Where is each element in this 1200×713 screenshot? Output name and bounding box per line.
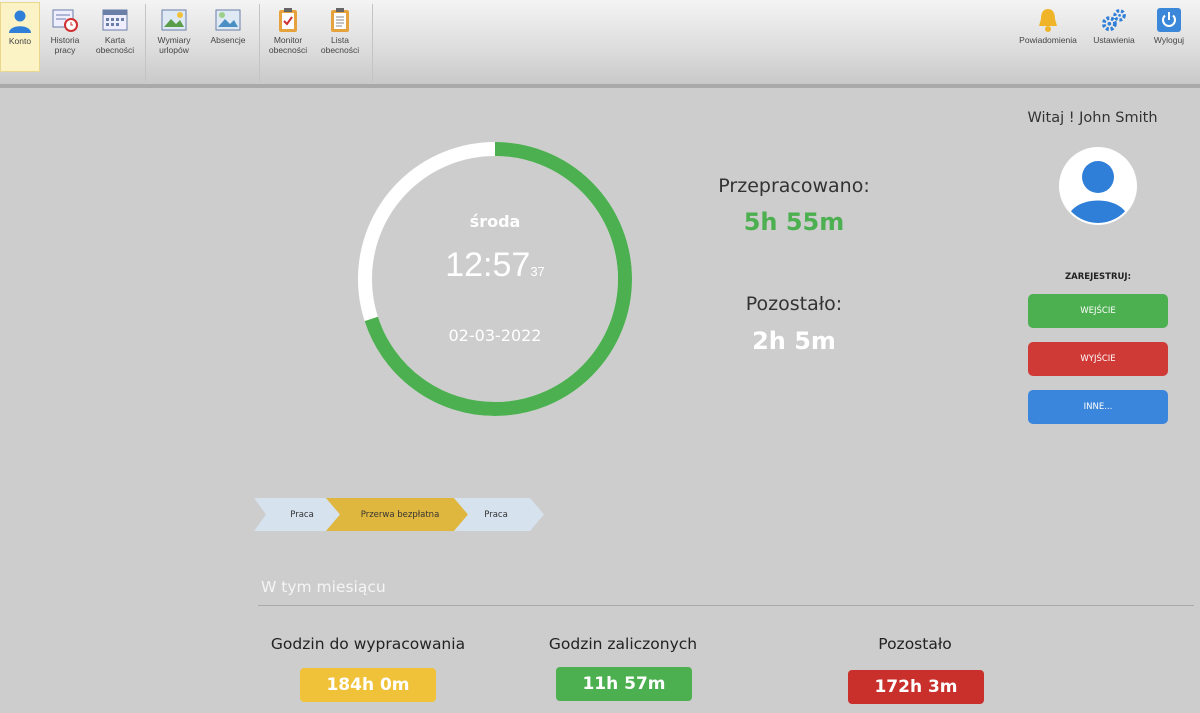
toolbar-label: Karta obecności — [95, 35, 135, 55]
toolbar-label: Powiadomienia — [1019, 35, 1077, 45]
greeting: Witaj ! John Smith — [1027, 110, 1158, 126]
notifications-button[interactable]: Powiadomienia — [1010, 2, 1086, 72]
settings-button[interactable]: Ustawienia — [1086, 2, 1142, 72]
toolbar-label: Wymiary urlopów — [157, 35, 191, 55]
toolbar-lista-button[interactable]: Lista obecności — [314, 2, 366, 72]
toolbar-separator — [259, 4, 260, 82]
toolbar-separator — [372, 4, 373, 82]
timeline-label: Praca — [290, 509, 314, 520]
gears-icon — [1101, 8, 1127, 32]
toolbar-label: Konto — [8, 36, 32, 46]
clock-date: 02-03-2022 — [448, 326, 542, 345]
history-icon — [52, 8, 78, 32]
worked-label: Przepracowano: — [718, 175, 870, 197]
toolbar-monitor-button[interactable]: Monitor obecności — [262, 2, 314, 72]
toolbar-konto-button[interactable]: Konto — [0, 2, 40, 72]
remaining-label: Pozostało: — [745, 293, 843, 315]
toolbar-label: Ustawienia — [1093, 35, 1135, 45]
left-badge: 172h 3m — [848, 670, 984, 704]
power-icon — [1156, 8, 1182, 32]
to-work-badge: 184h 0m — [300, 668, 436, 702]
other-button[interactable]: INNE... — [1028, 390, 1168, 424]
user-avatar-icon — [1067, 161, 1129, 223]
top-toolbar: Konto Historia pracy Karta obecności Wym… — [0, 0, 1200, 88]
absence-icon — [215, 8, 241, 32]
toolbar-absencje-button[interactable]: Absencje — [200, 2, 256, 72]
vacation-icon — [161, 8, 187, 32]
day-timeline: Praca Przerwa bezpłatna Praca — [254, 498, 544, 531]
enter-button[interactable]: WEJŚCIE — [1028, 294, 1168, 328]
calendar-icon — [102, 8, 128, 32]
clock-seconds: 37 — [530, 264, 545, 279]
work-progress-clock: środa 12:5737 02-03-2022 — [356, 140, 634, 418]
toolbar-historia-button[interactable]: Historia pracy — [40, 2, 90, 72]
toolbar-label: Historia pracy — [50, 35, 80, 55]
timeline-label: Praca — [484, 509, 508, 520]
clock-time: 12:5737 — [356, 246, 634, 285]
toolbar-label: Absencje — [210, 35, 246, 45]
month-title: W tym miesiącu — [261, 578, 386, 596]
exit-button[interactable]: WYJŚCIE — [1028, 342, 1168, 376]
logout-button[interactable]: Wyloguj — [1142, 2, 1196, 72]
credited-label: Godzin zaliczonych — [548, 635, 698, 653]
toolbar-label: Monitor obecności — [268, 35, 308, 55]
avatar — [1059, 147, 1137, 225]
month-divider — [258, 605, 1194, 606]
toolbar-wymiary-button[interactable]: Wymiary urlopów — [148, 2, 200, 72]
user-icon — [7, 9, 33, 33]
remaining-value: 2h 5m — [752, 327, 836, 355]
toolbar-label: Lista obecności — [320, 35, 360, 55]
worked-value: 5h 55m — [743, 208, 845, 236]
clock-hours-minutes: 12:57 — [445, 246, 531, 284]
toolbar-separator — [145, 4, 146, 82]
toolbar-karta-button[interactable]: Karta obecności — [90, 2, 140, 72]
to-work-label: Godzin do wypracowania — [270, 635, 466, 653]
clipboard-list-icon — [327, 8, 353, 32]
toolbar-label: Wyloguj — [1153, 35, 1185, 45]
register-label: ZAREJESTRUJ: — [1065, 272, 1131, 282]
bell-icon — [1035, 8, 1061, 32]
left-label: Pozostało — [878, 635, 952, 653]
clock-day: środa — [469, 212, 521, 231]
timeline-label: Przerwa bezpłatna — [360, 509, 440, 520]
credited-badge: 11h 57m — [556, 667, 692, 701]
clipboard-check-icon — [275, 8, 301, 32]
